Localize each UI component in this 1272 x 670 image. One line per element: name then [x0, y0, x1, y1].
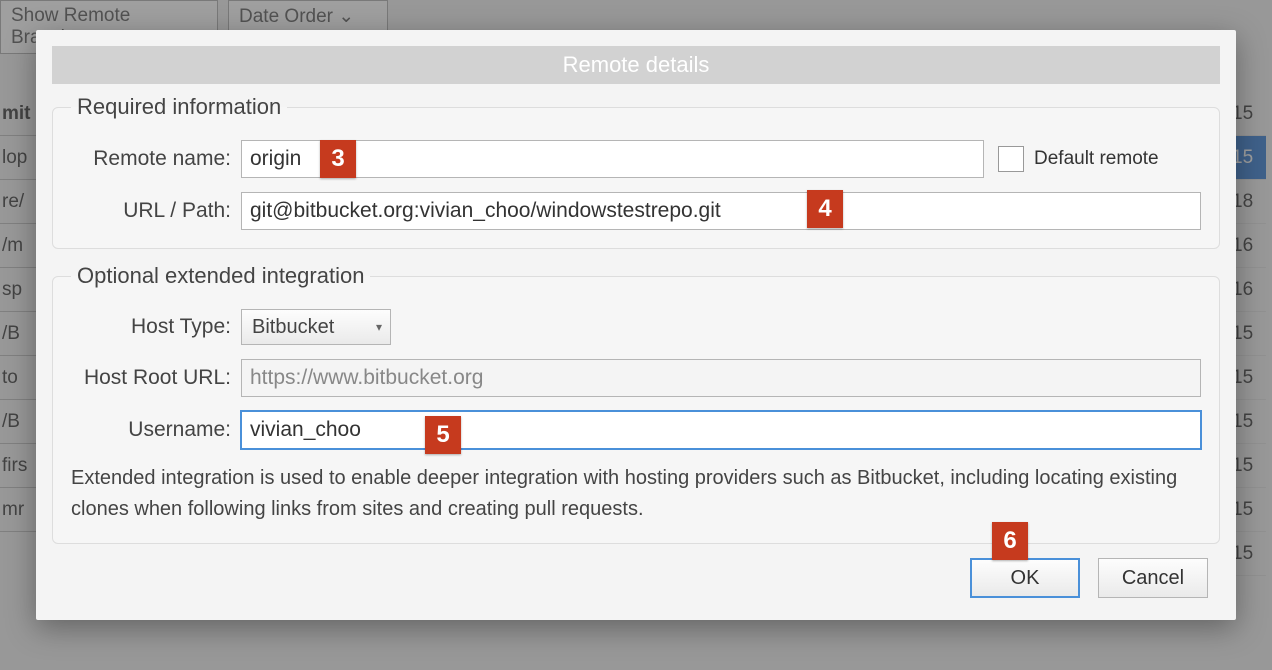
username-input[interactable] [241, 411, 1201, 449]
default-remote-wrap: Default remote [998, 146, 1159, 172]
cancel-button[interactable]: Cancel [1098, 558, 1208, 598]
host-root-url-label: Host Root URL: [71, 366, 231, 390]
remote-details-dialog: Remote details Required information Remo… [36, 30, 1236, 620]
host-type-label: Host Type: [71, 315, 231, 339]
host-type-row: Host Type: Bitbucket ▾ [71, 309, 1201, 345]
url-path-label: URL / Path: [71, 199, 231, 223]
default-remote-label: Default remote [1034, 148, 1159, 170]
remote-name-label: Remote name: [71, 147, 231, 171]
callout-3: 3 [320, 140, 356, 178]
required-info-legend: Required information [71, 94, 287, 120]
optional-integration-legend: Optional extended integration [71, 263, 370, 289]
url-path-row: URL / Path: [71, 192, 1201, 230]
host-type-select[interactable]: Bitbucket ▾ [241, 309, 391, 345]
required-info-group: Required information Remote name: Defaul… [52, 94, 1220, 249]
host-root-url-input[interactable] [241, 359, 1201, 397]
default-remote-checkbox[interactable] [998, 146, 1024, 172]
callout-5: 5 [425, 416, 461, 454]
callout-6: 6 [992, 522, 1028, 560]
ok-button[interactable]: OK [970, 558, 1080, 598]
optional-integration-group: Optional extended integration Host Type:… [52, 263, 1220, 544]
dialog-title: Remote details [52, 46, 1220, 84]
remote-name-row: Remote name: Default remote [71, 140, 1201, 178]
host-type-value: Bitbucket [252, 316, 334, 339]
username-label: Username: [71, 418, 231, 442]
callout-4: 4 [807, 190, 843, 228]
url-path-input[interactable] [241, 192, 1201, 230]
extended-integration-description: Extended integration is used to enable d… [71, 463, 1201, 525]
host-root-url-row: Host Root URL: [71, 359, 1201, 397]
dialog-button-row: OK Cancel [36, 558, 1236, 602]
username-row: Username: [71, 411, 1201, 449]
chevron-down-icon: ▾ [376, 320, 382, 334]
